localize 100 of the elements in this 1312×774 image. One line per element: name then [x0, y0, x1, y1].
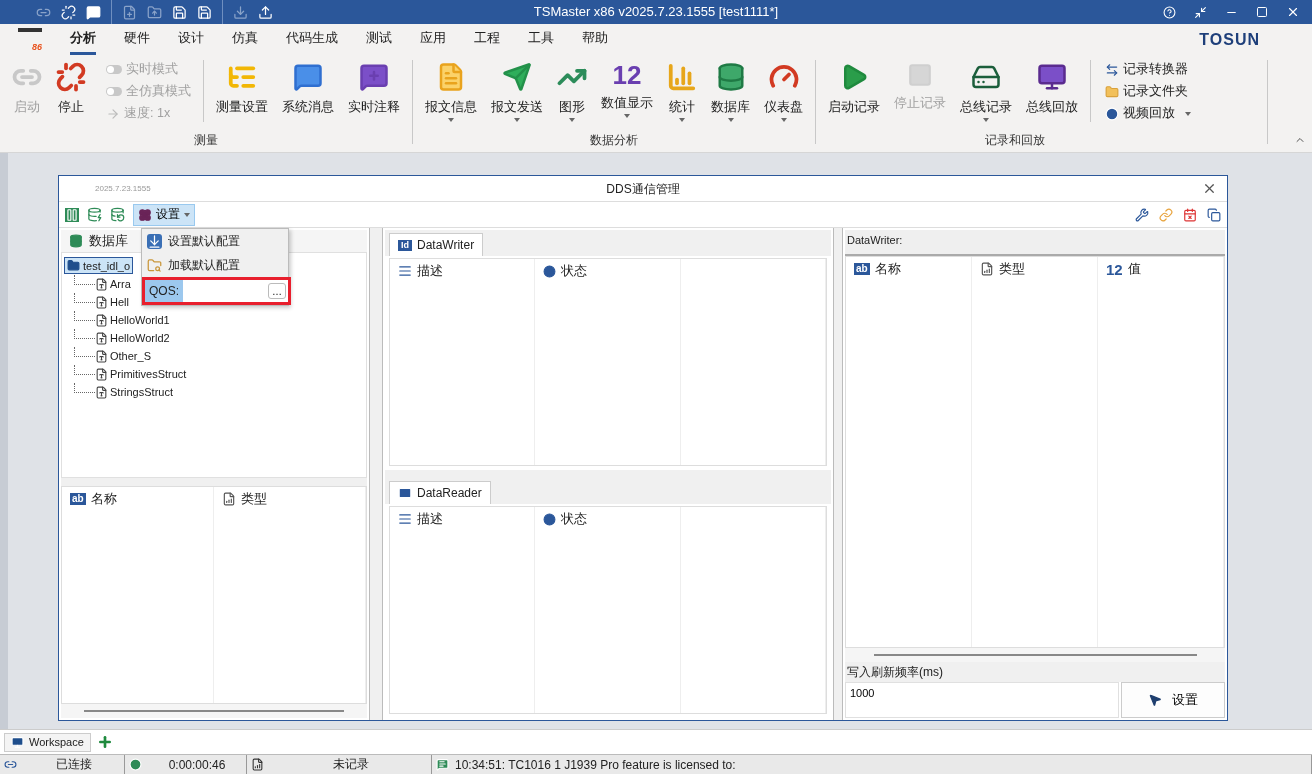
- send-icon: [502, 62, 532, 92]
- new-file-icon[interactable]: [122, 4, 137, 20]
- struct-icon: [95, 349, 108, 363]
- list-icon: [398, 264, 412, 278]
- group-label: 数据分析: [590, 132, 638, 149]
- menu-tab[interactable]: 工程: [474, 25, 500, 55]
- upload-icon[interactable]: [258, 4, 273, 20]
- list-icon: [398, 512, 412, 526]
- tree-item[interactable]: test_idl_o: [64, 257, 134, 274]
- group-label: 测量: [194, 132, 218, 149]
- tree-item[interactable]: PrimitivesStruct: [110, 368, 187, 380]
- ribbon-button[interactable]: 总线回放: [1020, 60, 1084, 132]
- number-icon: 12: [1106, 261, 1123, 277]
- maximize-icon[interactable]: [1256, 6, 1268, 18]
- tree-item[interactable]: HelloWorld1: [110, 314, 170, 326]
- copy-icon[interactable]: [1207, 207, 1221, 222]
- ribbon-button[interactable]: 12 数值显示: [595, 60, 659, 132]
- menu-tab[interactable]: 测试: [366, 25, 392, 55]
- menu-tab[interactable]: 设计: [178, 25, 204, 55]
- panel-title: 数据库: [89, 232, 128, 250]
- qos-field[interactable]: QOS: …: [142, 277, 291, 305]
- ribbon-button[interactable]: 总线记录: [954, 60, 1018, 132]
- column-header: 类型: [999, 260, 1025, 278]
- bar-chart-icon: [667, 62, 697, 92]
- menu-item[interactable]: 设置默认配置: [142, 229, 288, 253]
- message-icon: [293, 62, 323, 92]
- struct-icon: [95, 331, 108, 345]
- link-icon: [4, 758, 17, 771]
- menu-tab[interactable]: 分析: [70, 25, 96, 55]
- status-text: 已连接: [54, 756, 93, 773]
- database-add-icon[interactable]: [87, 207, 102, 222]
- menu-tab[interactable]: 仿真: [232, 25, 258, 55]
- menu-tab[interactable]: 帮助: [582, 25, 608, 55]
- record-icon: [251, 758, 264, 771]
- version-label: 2025.7.23.1555: [94, 184, 151, 193]
- unlink-icon[interactable]: [61, 4, 76, 20]
- ribbon-small-button[interactable]: 记录转换器: [1103, 60, 1193, 79]
- ribbon-button[interactable]: 系统消息: [276, 60, 340, 132]
- save-icon[interactable]: [197, 4, 212, 20]
- struct-icon: [95, 385, 108, 399]
- database-icon: [69, 234, 83, 248]
- help-icon[interactable]: [1163, 5, 1176, 19]
- set-button[interactable]: 设置: [1121, 682, 1225, 718]
- pointer-icon: [1148, 693, 1162, 707]
- menu-tab[interactable]: 应用: [420, 25, 446, 55]
- save-icon[interactable]: [172, 4, 187, 20]
- rate-field[interactable]: 1000: [845, 682, 1119, 718]
- ribbon-button[interactable]: 报文信息: [419, 60, 483, 132]
- folder-icon[interactable]: [147, 4, 162, 20]
- tree-item[interactable]: Arra: [110, 278, 131, 290]
- tree-item[interactable]: Hell: [110, 296, 129, 308]
- close-icon[interactable]: [1202, 181, 1217, 196]
- database-remove-icon[interactable]: [110, 207, 125, 222]
- play-circle-icon: [1105, 106, 1119, 121]
- settings-button[interactable]: 设置: [133, 203, 195, 226]
- add-button[interactable]: [96, 734, 113, 750]
- convert-icon: [1105, 62, 1119, 77]
- wrench-icon[interactable]: [1135, 207, 1149, 222]
- column-header: 状态: [561, 510, 588, 528]
- download-icon[interactable]: [233, 4, 248, 20]
- folder-search-icon: [147, 257, 162, 273]
- plus-icon: [96, 734, 113, 750]
- close-icon[interactable]: [1286, 5, 1300, 19]
- menu-item[interactable]: 加载默认配置: [142, 253, 288, 277]
- column-header: 名称: [90, 490, 117, 508]
- app-logo: 86: [18, 28, 42, 52]
- column-header: 名称: [874, 260, 901, 278]
- folder-icon: [1105, 84, 1119, 99]
- menu-tab[interactable]: 工具: [528, 25, 554, 55]
- tree-item[interactable]: StringsStruct: [110, 386, 173, 398]
- column-header: 描述: [417, 510, 443, 528]
- tree-item[interactable]: Other_S: [110, 350, 151, 362]
- tree-item[interactable]: HelloWorld2: [110, 332, 170, 344]
- download-icon: [147, 233, 162, 249]
- ribbon-small-button[interactable]: 记录文件夹: [1103, 82, 1193, 101]
- restore-icon[interactable]: [1194, 5, 1207, 19]
- menu-tab[interactable]: 硬件: [124, 25, 150, 55]
- message-icon[interactable]: [86, 4, 101, 20]
- ribbon-button[interactable]: 报文发送: [485, 60, 549, 132]
- column-header: 类型: [241, 490, 267, 508]
- ribbon-button[interactable]: 实时注释: [342, 60, 406, 132]
- workspace-tab[interactable]: Workspace: [4, 732, 91, 752]
- message-plus-icon: [359, 62, 389, 92]
- id-icon: Id: [398, 239, 412, 251]
- menu-tab[interactable]: 代码生成: [286, 25, 338, 55]
- ribbon-button[interactable]: 仪表盘: [758, 60, 809, 132]
- panel-tab[interactable]: DataReader: [389, 481, 491, 504]
- ribbon-small-button[interactable]: 视频回放: [1103, 104, 1193, 123]
- window-title: TSMaster x86 v2025.7.23.1555 [test1111*]: [533, 4, 779, 19]
- panel-tab[interactable]: Id DataWriter: [389, 233, 484, 256]
- ribbon-button[interactable]: 启动记录: [822, 60, 886, 132]
- ribbon-button[interactable]: 测量设置: [210, 60, 274, 132]
- ribbon-button[interactable]: 数据库: [705, 60, 756, 132]
- pause-icon[interactable]: [65, 207, 79, 222]
- text-icon: ab: [854, 263, 870, 275]
- column-header: 描述: [417, 262, 443, 280]
- browse-button[interactable]: …: [268, 283, 286, 299]
- ribbon-button[interactable]: 图形: [551, 60, 593, 132]
- ribbon-button[interactable]: 统计: [661, 60, 703, 132]
- ribbon-button[interactable]: 停止: [50, 60, 92, 132]
